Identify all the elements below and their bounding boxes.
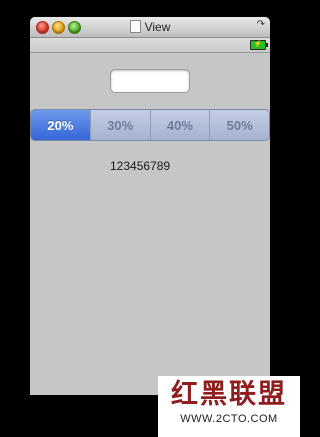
window-title-group: View: [30, 19, 270, 35]
simulator-window: View ↷ ⚡ 20% 30% 40% 50% 123456789: [30, 17, 270, 395]
document-icon: [129, 20, 141, 33]
view-content: 20% 30% 40% 50% 123456789: [30, 53, 270, 395]
watermark: 红黑联盟 WWW.2CTO.COM: [158, 376, 300, 437]
status-bar: ⚡: [30, 38, 270, 53]
battery-charging-icon: ⚡: [250, 40, 268, 50]
segment-30-percent[interactable]: 30%: [89, 110, 150, 140]
segment-20-percent[interactable]: 20%: [31, 110, 90, 140]
text-field[interactable]: [110, 69, 190, 93]
value-label: 123456789: [110, 159, 171, 173]
watermark-url: WWW.2CTO.COM: [180, 413, 278, 425]
watermark-logo-text: 红黑联盟: [171, 379, 287, 410]
rotate-icon[interactable]: ↷: [257, 19, 265, 30]
title-bar: View ↷: [30, 17, 270, 38]
window-title: View: [144, 20, 171, 34]
segment-50-percent[interactable]: 50%: [209, 110, 269, 140]
segment-40-percent[interactable]: 40%: [149, 110, 210, 140]
percentage-segmented-control: 20% 30% 40% 50%: [30, 109, 270, 141]
